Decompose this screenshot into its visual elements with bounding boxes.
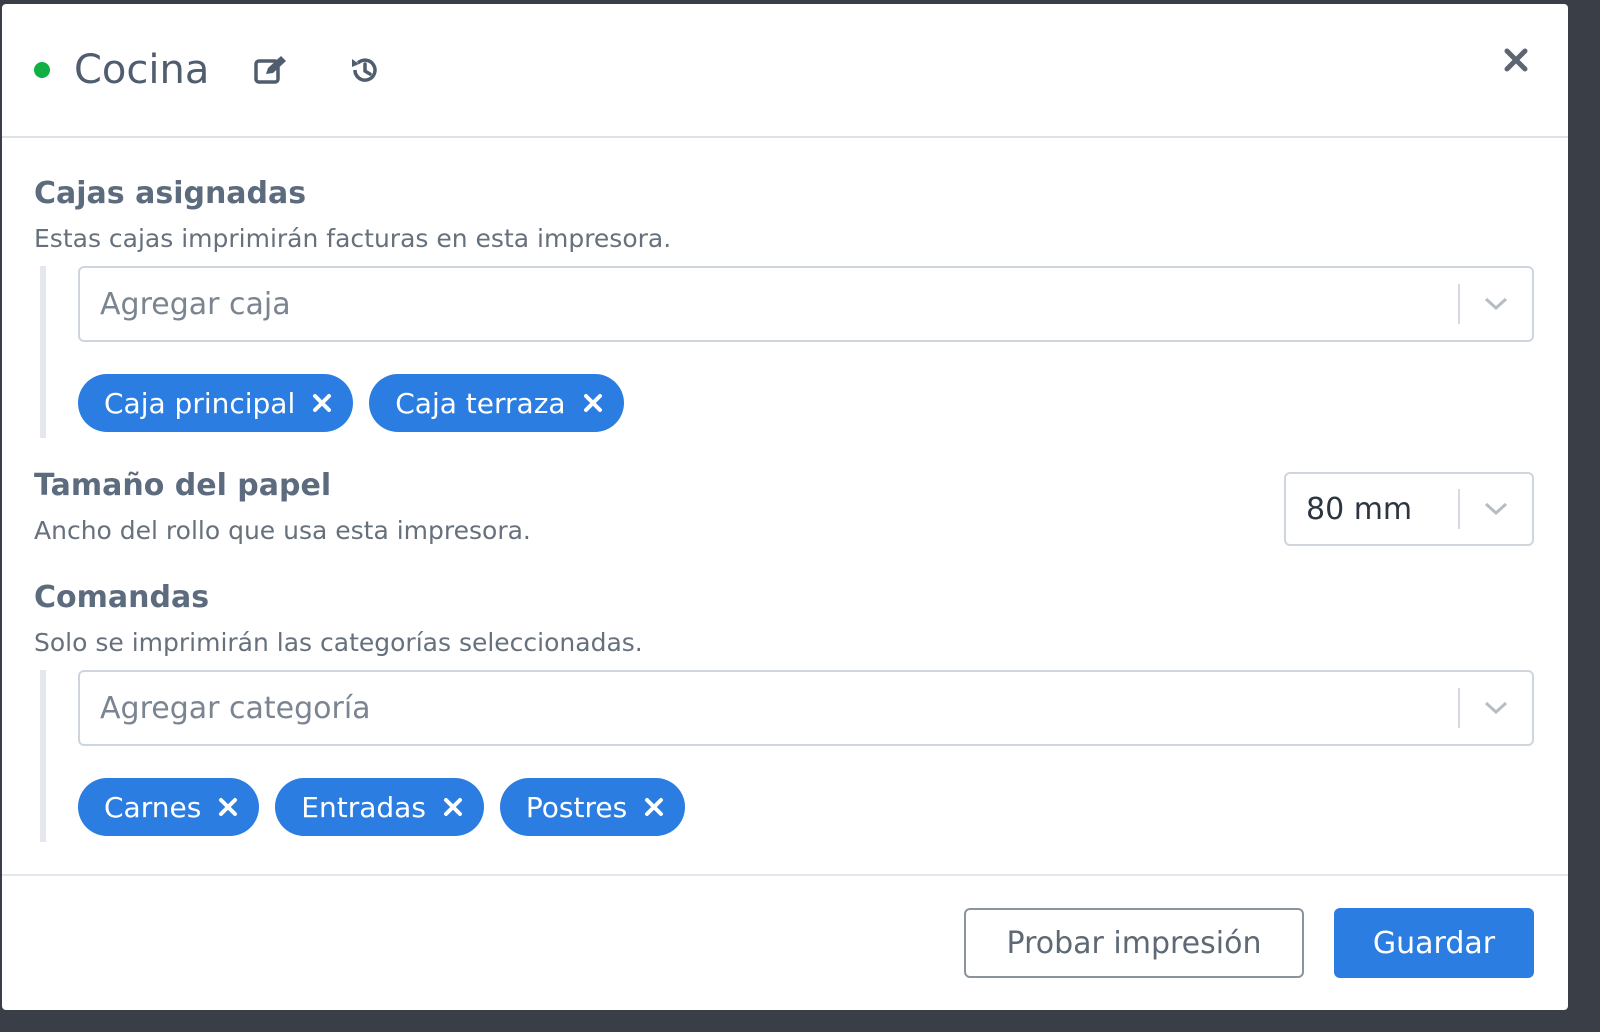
history-icon[interactable] bbox=[345, 50, 385, 90]
save-button[interactable]: Guardar bbox=[1334, 908, 1534, 978]
chip-caja-principal: Caja principal bbox=[78, 374, 354, 432]
modal-footer: Probar impresión Guardar bbox=[2, 874, 1568, 1010]
chip-postres: Postres bbox=[499, 778, 686, 836]
chip-label: Caja principal bbox=[104, 386, 296, 420]
modal-header: Cocina bbox=[2, 4, 1568, 138]
remove-chip-icon[interactable] bbox=[643, 796, 665, 818]
remove-chip-icon[interactable] bbox=[311, 392, 333, 414]
cajas-select-placeholder: Agregar caja bbox=[100, 286, 291, 322]
remove-chip-icon[interactable] bbox=[442, 796, 464, 818]
close-icon[interactable] bbox=[1498, 42, 1534, 78]
cajas-select[interactable]: Agregar caja bbox=[78, 266, 1534, 342]
chevron-down-icon[interactable] bbox=[1460, 502, 1532, 516]
chip-label: Postres bbox=[525, 790, 628, 824]
comandas-rule bbox=[40, 670, 46, 842]
papel-description: Ancho del rollo que usa esta impresora. bbox=[34, 516, 531, 545]
chip-caja-terraza: Caja terraza bbox=[369, 374, 624, 432]
remove-chip-icon[interactable] bbox=[582, 392, 604, 414]
chevron-down-icon[interactable] bbox=[1460, 701, 1532, 715]
chip-label: Carnes bbox=[104, 790, 202, 824]
test-print-button[interactable]: Probar impresión bbox=[964, 908, 1304, 978]
modal-body: Cajas asignadas Estas cajas imprimirán f… bbox=[2, 138, 1568, 874]
chevron-down-icon[interactable] bbox=[1460, 297, 1532, 311]
comandas-chips: Carnes Entradas Postres bbox=[78, 778, 686, 836]
cajas-description: Estas cajas imprimirán facturas en esta … bbox=[34, 224, 672, 253]
comandas-title: Comandas bbox=[34, 580, 210, 615]
remove-chip-icon[interactable] bbox=[217, 796, 239, 818]
chip-label: Entradas bbox=[301, 790, 426, 824]
printer-name: Cocina bbox=[74, 47, 210, 93]
papel-select-value: 80 mm bbox=[1306, 491, 1413, 527]
papel-title: Tamaño del papel bbox=[34, 468, 332, 503]
edit-icon[interactable] bbox=[251, 50, 291, 90]
cajas-chips: Caja principal Caja terraza bbox=[78, 374, 624, 432]
papel-select[interactable]: 80 mm bbox=[1284, 472, 1534, 546]
chip-entradas: Entradas bbox=[275, 778, 484, 836]
cajas-rule bbox=[40, 266, 46, 438]
cajas-title: Cajas asignadas bbox=[34, 176, 307, 211]
status-indicator bbox=[34, 62, 50, 78]
chip-carnes: Carnes bbox=[78, 778, 260, 836]
chip-label: Caja terraza bbox=[395, 386, 566, 420]
comandas-description: Solo se imprimirán las categorías selecc… bbox=[34, 628, 643, 657]
comandas-select[interactable]: Agregar categoría bbox=[78, 670, 1534, 746]
printer-settings-modal: Cocina Cajas asignadas Estas cajas impri… bbox=[2, 4, 1568, 1010]
comandas-select-placeholder: Agregar categoría bbox=[100, 690, 371, 726]
